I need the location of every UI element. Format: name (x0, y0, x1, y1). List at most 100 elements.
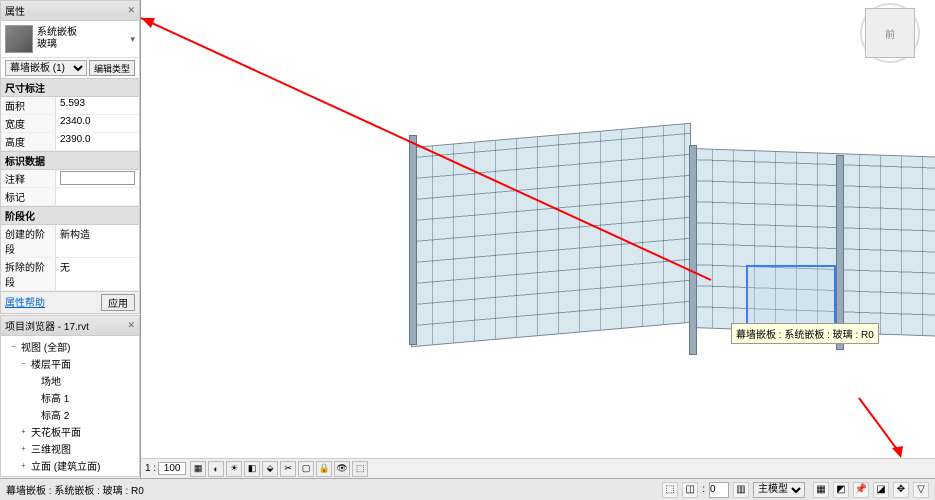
tree-label: 标高 2 (41, 407, 69, 422)
select-face-icon[interactable]: ◪ (873, 482, 889, 498)
property-value[interactable]: 5.593 (56, 97, 139, 114)
status-text: 幕墙嵌板 : 系统嵌板 : 玻璃 : R0 (6, 482, 144, 497)
property-value[interactable]: 新构造 (56, 225, 139, 257)
browser-title: 项目浏览器 - 17.rvt (5, 318, 89, 333)
tree-label: 视图 (全部) (21, 339, 70, 354)
property-label: 面积 (1, 97, 56, 114)
tree-label: 三维视图 (31, 441, 71, 456)
tree-toggle-icon[interactable]: − (11, 342, 19, 351)
tree-label: 场地 (41, 373, 61, 388)
editable-only-icon[interactable]: ▥ (733, 482, 749, 498)
close-icon[interactable]: ✕ (127, 5, 135, 16)
status-value-input[interactable] (709, 482, 729, 498)
chevron-down-icon[interactable]: ▾ (130, 34, 135, 45)
detail-level-icon[interactable]: ▦ (190, 461, 206, 477)
drag-elements-icon[interactable]: ✥ (893, 482, 909, 498)
type-preview-icon (5, 25, 33, 53)
tree-toggle-icon[interactable]: + (21, 461, 29, 470)
close-icon[interactable]: ✕ (127, 320, 135, 331)
property-row: 拆除的阶段无 (1, 258, 139, 291)
tree-label: 立面 (建筑立面) (31, 458, 100, 473)
property-label: 宽度 (1, 115, 56, 132)
sun-path-icon[interactable]: ☀ (226, 461, 242, 477)
viewcube[interactable]: 前 (865, 8, 915, 58)
tree-toggle-icon[interactable]: + (21, 427, 29, 436)
visual-style-icon[interactable]: ◐ (208, 461, 224, 477)
tree-label: 天花板平面 (31, 424, 81, 439)
temp-hide-icon[interactable]: 👁 (334, 461, 350, 477)
property-value[interactable]: 2390.0 (56, 133, 139, 150)
property-value[interactable] (56, 170, 139, 187)
property-section-header[interactable]: 阶段化 (1, 206, 139, 225)
browser-panel-header[interactable]: 项目浏览器 - 17.rvt ✕ (1, 316, 139, 336)
3d-model: 幕墙嵌板 : 系统嵌板 : 玻璃 : R0 (391, 95, 935, 395)
property-row: 面积5.593 (1, 97, 139, 115)
tree-item[interactable]: +三维视图 (3, 440, 137, 457)
tree-item[interactable]: 场地 (3, 372, 137, 389)
tree-item[interactable]: −楼层平面 (3, 355, 137, 372)
project-tree[interactable]: −视图 (全部)−楼层平面场地标高 1标高 2+天花板平面+三维视图+立面 (建… (1, 336, 139, 477)
property-row: 高度2390.0 (1, 133, 139, 151)
properties-panel-header[interactable]: 属性 ✕ (1, 1, 139, 21)
property-input[interactable] (60, 171, 135, 185)
tree-item[interactable]: +面积平面 (人防分区面积) (3, 474, 137, 477)
status-bar: 幕墙嵌板 : 系统嵌板 : 玻璃 : R0 ⬚ ◫ : ▥ 主模型 ▦ ◩ 📌 … (0, 478, 935, 500)
type-label: 系统嵌板 玻璃 (37, 27, 126, 51)
properties-title: 属性 (5, 3, 25, 18)
select-links-icon[interactable]: ▦ (813, 482, 829, 498)
property-row: 标记 (1, 188, 139, 206)
tree-label: 面积平面 (人防分区面积) (31, 475, 135, 477)
select-underlay-icon[interactable]: ◩ (833, 482, 849, 498)
curtain-wall-left[interactable] (411, 123, 691, 347)
property-value[interactable] (56, 188, 139, 205)
property-label: 创建的阶段 (1, 225, 56, 257)
pillar (689, 145, 697, 355)
tree-item[interactable]: +立面 (建筑立面) (3, 457, 137, 474)
shadows-icon[interactable]: ◧ (244, 461, 260, 477)
tree-item[interactable]: +天花板平面 (3, 423, 137, 440)
selected-curtain-panel[interactable] (746, 265, 836, 325)
property-label: 拆除的阶段 (1, 258, 56, 290)
crop-view-icon[interactable]: ✂ (280, 461, 296, 477)
property-section-header[interactable]: 标识数据 (1, 151, 139, 170)
property-label: 标记 (1, 188, 56, 205)
tree-item[interactable]: 标高 2 (3, 406, 137, 423)
worksets-icon[interactable]: ⬚ (662, 482, 678, 498)
view-scale[interactable]: 1 : (145, 462, 186, 475)
left-panel-column: 属性 ✕ 系统嵌板 玻璃 ▾ 幕墙嵌板 (1) 编辑类型 尺寸标注面积5.593… (0, 0, 140, 478)
3d-viewport[interactable]: 前 幕墙嵌板 : 系统嵌板 : 玻璃 : R0 1 : ▦ ◐ ☀ (140, 0, 935, 478)
element-tooltip: 幕墙嵌板 : 系统嵌板 : 玻璃 : R0 (731, 323, 879, 344)
project-browser-panel: 项目浏览器 - 17.rvt ✕ −视图 (全部)−楼层平面场地标高 1标高 2… (0, 315, 140, 477)
properties-panel: 属性 ✕ 系统嵌板 玻璃 ▾ 幕墙嵌板 (1) 编辑类型 尺寸标注面积5.593… (0, 0, 140, 314)
property-section-header[interactable]: 尺寸标注 (1, 78, 139, 97)
tree-item[interactable]: 标高 1 (3, 389, 137, 406)
apply-button[interactable]: 应用 (101, 294, 135, 311)
edit-type-button[interactable]: 编辑类型 (89, 60, 135, 76)
property-row: 宽度2340.0 (1, 115, 139, 133)
properties-help-link[interactable]: 属性帮助 (5, 294, 45, 311)
tree-toggle-icon[interactable]: + (21, 444, 29, 453)
property-value[interactable]: 无 (56, 258, 139, 290)
reveal-hidden-icon[interactable]: ⬚ (352, 461, 368, 477)
pillar (409, 135, 417, 345)
main-model-select[interactable]: 主模型 (753, 482, 805, 498)
select-pinned-icon[interactable]: 📌 (853, 482, 869, 498)
type-selector[interactable]: 系统嵌板 玻璃 ▾ (1, 21, 139, 57)
element-selector[interactable]: 幕墙嵌板 (1) (5, 60, 87, 76)
filter-icon[interactable]: ▽ (913, 482, 929, 498)
crop-region-icon[interactable]: ▢ (298, 461, 314, 477)
rendering-icon[interactable]: ⬙ (262, 461, 278, 477)
scale-input[interactable] (158, 462, 186, 475)
property-label: 高度 (1, 133, 56, 150)
lock-view-icon[interactable]: 🔒 (316, 461, 332, 477)
tree-item[interactable]: −视图 (全部) (3, 338, 137, 355)
pillar (836, 155, 844, 350)
property-row: 创建的阶段新构造 (1, 225, 139, 258)
property-value[interactable]: 2340.0 (56, 115, 139, 132)
tree-label: 标高 1 (41, 390, 69, 405)
property-label: 注释 (1, 170, 56, 187)
tree-toggle-icon[interactable]: − (21, 359, 29, 368)
design-options-icon[interactable]: ◫ (682, 482, 698, 498)
tree-label: 楼层平面 (31, 356, 71, 371)
view-control-bar: 1 : ▦ ◐ ☀ ◧ ⬙ ✂ ▢ 🔒 👁 ⬚ (141, 458, 935, 478)
